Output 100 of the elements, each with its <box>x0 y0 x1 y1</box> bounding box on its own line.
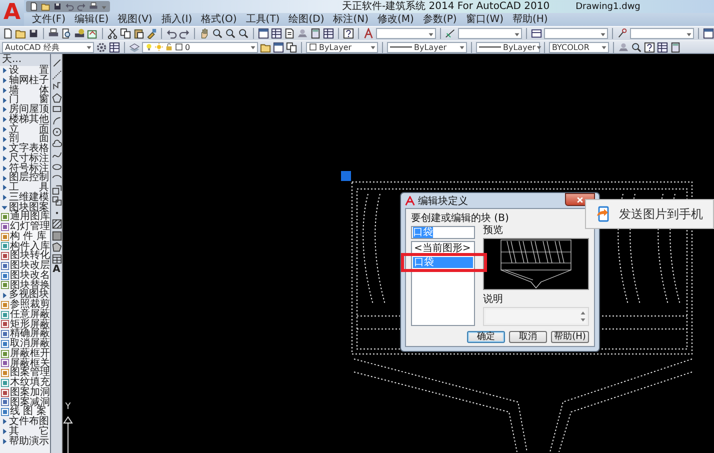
layer-dropdown[interactable]: 0 <box>142 42 258 52</box>
clipboard-icon[interactable] <box>133 28 144 39</box>
expand-arrow-icon[interactable] <box>1 86 8 94</box>
linetype-dropdown[interactable]: ByLayer <box>387 42 467 52</box>
menu-item[interactable]: 视图(V) <box>114 13 156 26</box>
table-style-icon[interactable] <box>531 28 542 39</box>
new-document-icon[interactable] <box>29 2 38 11</box>
gear-icon[interactable] <box>96 42 107 52</box>
expand-arrow-icon[interactable] <box>1 428 8 436</box>
collapse-arrow-icon[interactable] <box>1 204 8 211</box>
panel-menu-item[interactable]: 墙 体 <box>9 86 49 96</box>
window-icon[interactable] <box>703 28 714 39</box>
menu-item[interactable]: 参数(P) <box>418 13 461 26</box>
expand-arrow-icon[interactable] <box>1 96 8 104</box>
expand-arrow-icon[interactable] <box>1 126 8 133</box>
dialog-button[interactable]: 帮助(H) <box>551 331 589 343</box>
hand-icon[interactable] <box>199 28 210 39</box>
publish-icon[interactable] <box>87 28 98 39</box>
expand-arrow-icon[interactable] <box>1 106 8 114</box>
expand-arrow-icon[interactable] <box>1 164 8 172</box>
preview-icon[interactable] <box>61 28 72 39</box>
magnifier-icon[interactable] <box>238 28 249 39</box>
undo-icon[interactable] <box>166 28 177 39</box>
send-to-phone-popup[interactable]: 发送图片到手机 <box>585 199 714 229</box>
menu-item[interactable]: 文件(F) <box>28 13 70 26</box>
expand-arrow-icon[interactable] <box>1 77 8 84</box>
scroll-down-icon[interactable] <box>580 317 586 323</box>
region-icon[interactable] <box>52 242 62 252</box>
scroll-up-icon[interactable] <box>580 310 586 316</box>
hatch-icon[interactable] <box>52 219 62 229</box>
panel-menu-item[interactable]: 其 它 <box>9 426 49 436</box>
scissors-icon[interactable] <box>107 28 118 39</box>
lineweight-dropdown[interactable]: ByLayer <box>476 42 540 52</box>
text-tool-button[interactable]: A <box>52 265 60 275</box>
polyline-icon[interactable] <box>52 81 62 91</box>
expand-arrow-icon[interactable] <box>1 184 8 192</box>
text-style-icon[interactable] <box>363 28 374 39</box>
save-icon[interactable] <box>53 2 62 11</box>
window-icon[interactable] <box>258 28 269 39</box>
arc-icon[interactable] <box>52 116 62 126</box>
expand-arrow-icon[interactable] <box>1 438 8 445</box>
dialog-button[interactable]: 确定 <box>467 331 505 343</box>
grid-icon[interactable] <box>657 42 668 52</box>
copy-icon[interactable] <box>120 28 131 39</box>
magnifier-icon[interactable] <box>212 28 223 39</box>
panel-menu-item[interactable]: 文字表格 <box>9 144 49 154</box>
table-icon[interactable] <box>52 254 62 264</box>
expand-arrow-icon[interactable] <box>1 155 8 162</box>
panel-menu-item[interactable]: 多视图块 <box>9 290 49 300</box>
expand-arrow-icon[interactable] <box>1 116 8 124</box>
panel-menu-item[interactable]: 帮助演示 <box>9 436 49 446</box>
magnifier-icon[interactable] <box>225 28 236 39</box>
menu-item[interactable]: 标注(N) <box>329 13 373 26</box>
window-icon[interactable] <box>273 42 284 52</box>
panel-menu-item[interactable]: 图块图案 <box>9 202 49 212</box>
panel-menu-item[interactable]: 图层控制 <box>9 173 49 183</box>
block-icon[interactable] <box>52 196 62 206</box>
panel-menu-item[interactable]: 立 面 <box>9 124 49 134</box>
save-icon[interactable] <box>28 28 39 39</box>
panel-menu-item[interactable]: 轴网柱子 <box>9 76 49 86</box>
block-list-item[interactable]: <当前图形> <box>413 243 473 254</box>
color-dropdown[interactable]: ByLayer <box>306 42 378 52</box>
help-icon[interactable] <box>343 28 354 39</box>
line-icon[interactable] <box>52 58 62 68</box>
circle-icon[interactable] <box>52 127 62 137</box>
brush-icon[interactable] <box>146 28 157 39</box>
panel-menu-item[interactable]: 设 置 <box>9 66 49 76</box>
menu-item[interactable]: 插入(I) <box>157 13 196 26</box>
multileader-style-icon[interactable] <box>617 28 628 39</box>
panel-menu-item[interactable]: 工 具 <box>9 183 49 193</box>
menu-item[interactable]: 绘图(D) <box>284 13 328 26</box>
menu-item[interactable]: 编辑(E) <box>70 13 113 26</box>
expand-arrow-icon[interactable] <box>1 194 8 202</box>
magnifier-icon[interactable] <box>631 42 642 52</box>
panel-menu-item[interactable]: 楼梯其他 <box>9 114 49 124</box>
dialog-button[interactable]: 取消 <box>509 331 547 343</box>
description-field[interactable] <box>486 310 586 323</box>
undo-icon[interactable] <box>65 2 74 11</box>
menu-item[interactable]: 工具(T) <box>242 13 284 26</box>
expand-arrow-icon[interactable] <box>1 292 8 299</box>
ellipse-icon[interactable] <box>52 162 62 172</box>
gradient-icon[interactable] <box>52 230 62 240</box>
panel-menu-item[interactable]: 尺寸标注 <box>9 154 49 164</box>
panel-menu-item[interactable]: 房间屋顶 <box>9 105 49 115</box>
grip-handle[interactable] <box>341 171 351 181</box>
grid-icon[interactable] <box>271 28 282 39</box>
help-icon[interactable] <box>644 42 655 52</box>
expand-arrow-icon[interactable] <box>1 145 8 152</box>
panel-menu-item[interactable]: 符号标注 <box>9 164 49 174</box>
printer-icon[interactable] <box>48 28 59 39</box>
panel-menu-item[interactable]: 文件布图 <box>9 417 49 427</box>
menu-item[interactable]: 格式(O) <box>197 13 241 26</box>
copy-icon[interactable] <box>286 42 297 52</box>
plot-style-dropdown[interactable]: BYCOLOR <box>549 42 609 52</box>
insert-block-icon[interactable] <box>52 184 62 194</box>
panel-menu-item[interactable]: 剖 面 <box>9 134 49 144</box>
printer-icon[interactable] <box>89 2 98 11</box>
expand-arrow-icon[interactable] <box>1 136 8 143</box>
grid-icon[interactable] <box>323 28 334 39</box>
workspace-dropdown[interactable]: AutoCAD 经典 <box>2 42 94 52</box>
